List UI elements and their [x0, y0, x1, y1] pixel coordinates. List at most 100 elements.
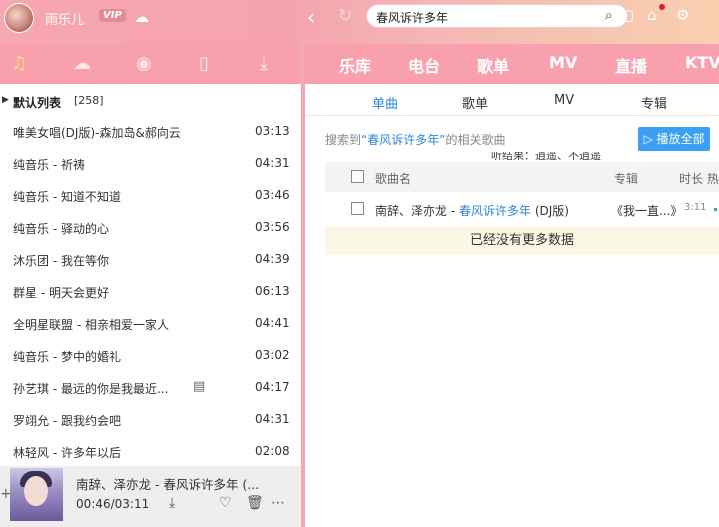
playback-time: 00:46/03:11 — [76, 497, 150, 511]
search-query-text[interactable]: 春风诉许多年 — [376, 9, 448, 26]
song-duration: 04:17 — [255, 380, 290, 394]
track-suffix: (DJ版) — [531, 204, 569, 218]
main-nav: 乐库 电台 歌单 MV 直播 KTV — [305, 44, 719, 84]
user-avatar[interactable] — [4, 3, 34, 33]
summary-suffix: 的相关歌曲 — [445, 133, 506, 147]
list-item[interactable]: 纯音乐 - 驿动的心 03:56 — [0, 211, 301, 243]
download-icon[interactable]: ⤓ — [169, 495, 175, 511]
track-song[interactable]: 春风诉许多年 — [459, 204, 531, 218]
song-duration: 04:39 — [255, 252, 290, 266]
download-icon[interactable]: ⤓ — [260, 53, 268, 74]
vip-badge[interactable]: VIP — [99, 9, 126, 22]
song-title: 罗翊允 - 跟我约会吧 — [13, 414, 121, 428]
nav-mv[interactable]: MV — [549, 53, 577, 72]
tab-playlists[interactable]: 歌单 — [462, 93, 488, 112]
tab-songs[interactable]: 单曲 — [372, 93, 398, 112]
nav-library[interactable]: 乐库 — [339, 53, 371, 77]
track-name: 南辞、泽亦龙 - 春风诉许多年 (DJ版) — [375, 202, 569, 219]
playlist-count: [258] — [74, 94, 104, 107]
cloud-sync-icon[interactable]: ☁ — [134, 8, 149, 26]
listen-icon[interactable]: ◎ — [562, 6, 575, 24]
playlist-name: 默认列表 — [13, 96, 62, 110]
table-row[interactable]: 南辞、泽亦龙 - 春风诉许多年 (DJ版) 《我一直...》 3:11 — [325, 194, 719, 224]
search-hint-text[interactable]: 听结果：逍遥、不逍遥 — [491, 152, 601, 160]
song-title: 纯音乐 - 驿动的心 — [13, 222, 109, 236]
no-more-data: 已经没有更多数据 — [325, 226, 719, 255]
song-duration: 04:31 — [255, 156, 290, 170]
title-bar: 雨乐儿 VIP ☁ ‹ ↻ 春风诉许多年 ⌕ ◎ ▢ ⌂ ⚙ — [0, 0, 719, 44]
username[interactable]: 雨乐儿 — [45, 9, 84, 28]
row-checkbox[interactable] — [351, 202, 364, 215]
list-item[interactable]: 沐乐团 - 我在等你 04:39 — [0, 243, 301, 275]
list-item[interactable]: 林轻风 - 许多年以后 02:08 — [0, 435, 301, 467]
cloud-icon[interactable]: ☁ — [73, 53, 91, 74]
heart-icon[interactable]: ♡ — [219, 495, 232, 511]
song-title: 纯音乐 - 祈祷 — [13, 158, 85, 172]
playlist-panel: ▶ 默认列表 [258] 唯美女唱(DJ版)-森加岛&郝向云 03:13 纯音乐 … — [0, 84, 301, 527]
mv-icon[interactable]: ▤ — [193, 379, 205, 394]
song-duration: 03:13 — [255, 124, 290, 138]
column-duration: 时长 热 — [679, 172, 719, 186]
column-album: 专辑 — [614, 172, 639, 186]
music-note-icon[interactable]: ♫ — [11, 53, 27, 74]
song-duration: 04:31 — [255, 412, 290, 426]
play-all-button[interactable]: ▷ 播放全部 — [638, 127, 710, 151]
track-album[interactable]: 《我一直...》 — [611, 202, 691, 219]
back-arrow-icon[interactable]: ‹ — [307, 5, 315, 29]
list-item[interactable]: 唯美女唱(DJ版)-森加岛&郝向云 03:13 — [0, 115, 301, 147]
list-item[interactable]: 纯音乐 - 祈祷 04:31 — [0, 147, 301, 179]
nav-radio[interactable]: 电台 — [408, 53, 440, 77]
song-duration: 04:41 — [255, 316, 290, 330]
collapse-arrow-icon[interactable]: ▶ — [2, 95, 9, 105]
search-hint[interactable]: 听结果：逍遥、不逍遥 — [491, 152, 601, 160]
now-playing-title[interactable]: 南辞、泽亦龙 - 春风诉许多年 (... — [76, 474, 259, 493]
tab-mv[interactable]: MV — [554, 93, 574, 108]
nav-ktv[interactable]: KTV — [685, 53, 719, 72]
song-title: 林轻风 - 许多年以后 — [13, 446, 121, 460]
album-cover[interactable] — [10, 468, 63, 521]
search-input[interactable]: 春风诉许多年 ⌕ — [366, 4, 628, 28]
notification-dot — [659, 4, 665, 10]
song-title: 群星 - 明天会更好 — [13, 286, 109, 300]
list-item[interactable]: 群星 - 明天会更好 06:13 — [0, 275, 301, 307]
nav-playlists[interactable]: 歌单 — [477, 53, 509, 77]
delete-icon[interactable]: 🗑 — [246, 495, 264, 511]
list-item[interactable]: 孙艺琪 - 最远的你是我最近... ▤ 04:17 — [0, 371, 301, 403]
summary-query: “春风诉许多年” — [361, 133, 446, 147]
column-song: 歌曲名 — [375, 172, 412, 186]
song-duration: 03:46 — [255, 188, 290, 202]
summary-prefix: 搜索到 — [325, 133, 362, 147]
track-separator: - — [447, 204, 459, 218]
search-icon[interactable]: ⌕ — [605, 6, 613, 24]
list-item[interactable]: 罗翊允 - 跟我约会吧 04:31 — [0, 403, 301, 435]
song-title: 全明星联盟 - 相亲相爱一家人 — [13, 318, 169, 332]
tabs-divider — [305, 115, 719, 116]
refresh-icon[interactable]: ↻ — [338, 6, 352, 26]
song-title: 纯音乐 - 梦中的婚礼 — [13, 350, 121, 364]
results-table-header: 歌曲名 专辑 时长 热 — [325, 162, 719, 192]
nav-live[interactable]: 直播 — [615, 53, 647, 77]
mini-player: + 南辞、泽亦龙 - 春风诉许多年 (... 00:46/03:11 ⤓ ♡ 🗑… — [0, 466, 301, 527]
left-panel-tabs: ♫ ☁ ◉ ▯ ⤓ — [0, 44, 301, 84]
song-duration: 02:08 — [255, 444, 290, 458]
playlist-header[interactable]: ▶ 默认列表 [258] — [0, 84, 301, 119]
track-artist[interactable]: 南辞、泽亦龙 — [375, 204, 447, 218]
song-title: 孙艺琪 - 最远的你是我最近... — [13, 382, 169, 396]
song-title: 纯音乐 - 知道不知道 — [13, 190, 121, 204]
list-item[interactable]: 纯音乐 - 知道不知道 03:46 — [0, 179, 301, 211]
song-duration: 03:02 — [255, 348, 290, 362]
message-icon[interactable]: ▢ — [620, 6, 634, 24]
tab-albums[interactable]: 专辑 — [641, 93, 667, 112]
radio-icon[interactable]: ◉ — [136, 53, 152, 74]
device-icon[interactable]: ▯ — [199, 53, 209, 74]
list-item[interactable]: 纯音乐 - 梦中的婚礼 03:02 — [0, 339, 301, 371]
song-title: 唯美女唱(DJ版)-森加岛&郝向云 — [13, 126, 181, 140]
track-duration: 3:11 — [684, 202, 707, 213]
settings-gear-icon[interactable]: ⚙ — [676, 6, 689, 24]
song-duration: 06:13 — [255, 284, 290, 298]
select-all-checkbox[interactable] — [351, 170, 364, 183]
list-item[interactable]: 全明星联盟 - 相亲相爱一家人 04:41 — [0, 307, 301, 339]
song-duration: 03:56 — [255, 220, 290, 234]
more-icon[interactable]: ⋯ — [271, 495, 285, 511]
skin-icon[interactable]: ⌂ — [647, 6, 657, 24]
